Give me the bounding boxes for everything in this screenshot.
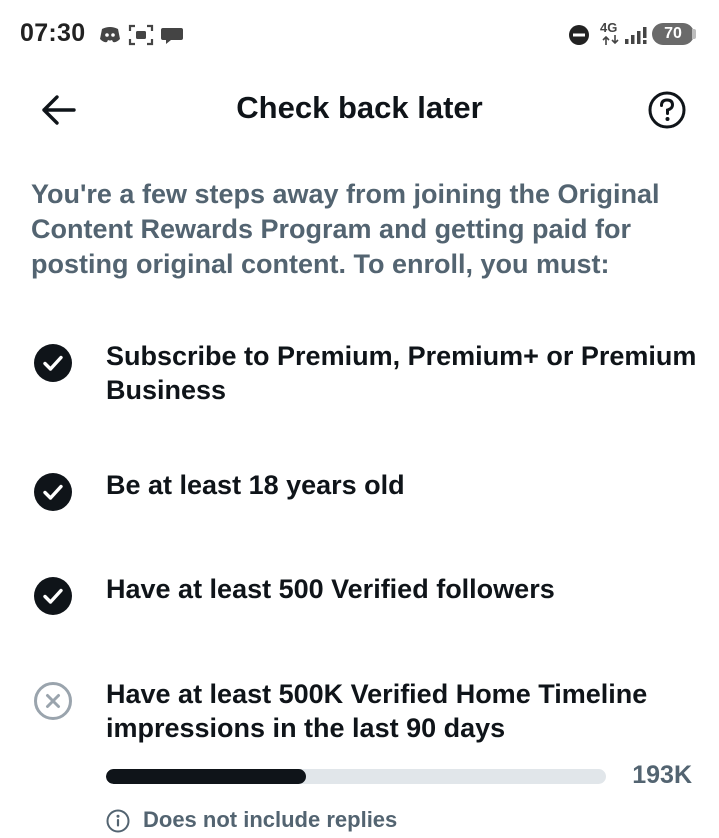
header: Check back later bbox=[0, 80, 719, 140]
screenshot-icon bbox=[128, 24, 154, 46]
intro-text: You're a few steps away from joining the… bbox=[31, 179, 660, 279]
impressions-progress-bar bbox=[106, 769, 606, 784]
question-circle-icon bbox=[648, 91, 686, 129]
page-title: Check back later bbox=[236, 90, 483, 125]
status-bar: 07:30 4G 70 bbox=[0, 0, 719, 68]
chat-bubble-icon bbox=[161, 28, 183, 44]
battery-tip bbox=[692, 29, 696, 39]
battery-indicator: 70 bbox=[652, 23, 694, 45]
status-time: 07:30 bbox=[20, 19, 86, 47]
network-4g-icon: 4G bbox=[600, 20, 624, 48]
progress-value: 193K bbox=[632, 761, 692, 789]
requirement-text: Have at least 500K Verified Home Timelin… bbox=[106, 679, 648, 743]
check-circle-icon bbox=[34, 577, 72, 615]
signal-icon bbox=[625, 27, 647, 44]
check-circle-icon bbox=[34, 344, 72, 382]
x-circle-icon bbox=[34, 682, 72, 720]
discord-icon bbox=[100, 27, 120, 43]
requirement-text: Subscribe to Premium, Premium+ or Premiu… bbox=[106, 341, 697, 405]
progress-fill bbox=[106, 769, 306, 784]
check-circle-icon bbox=[34, 473, 72, 511]
requirement-text: Be at least 18 years old bbox=[106, 470, 405, 500]
note-text: Does not include replies bbox=[143, 807, 398, 832]
info-icon bbox=[106, 809, 130, 833]
requirement-text: Have at least 500 Verified followers bbox=[106, 574, 555, 604]
help-button[interactable] bbox=[647, 90, 687, 130]
do-not-disturb-icon bbox=[569, 25, 589, 45]
